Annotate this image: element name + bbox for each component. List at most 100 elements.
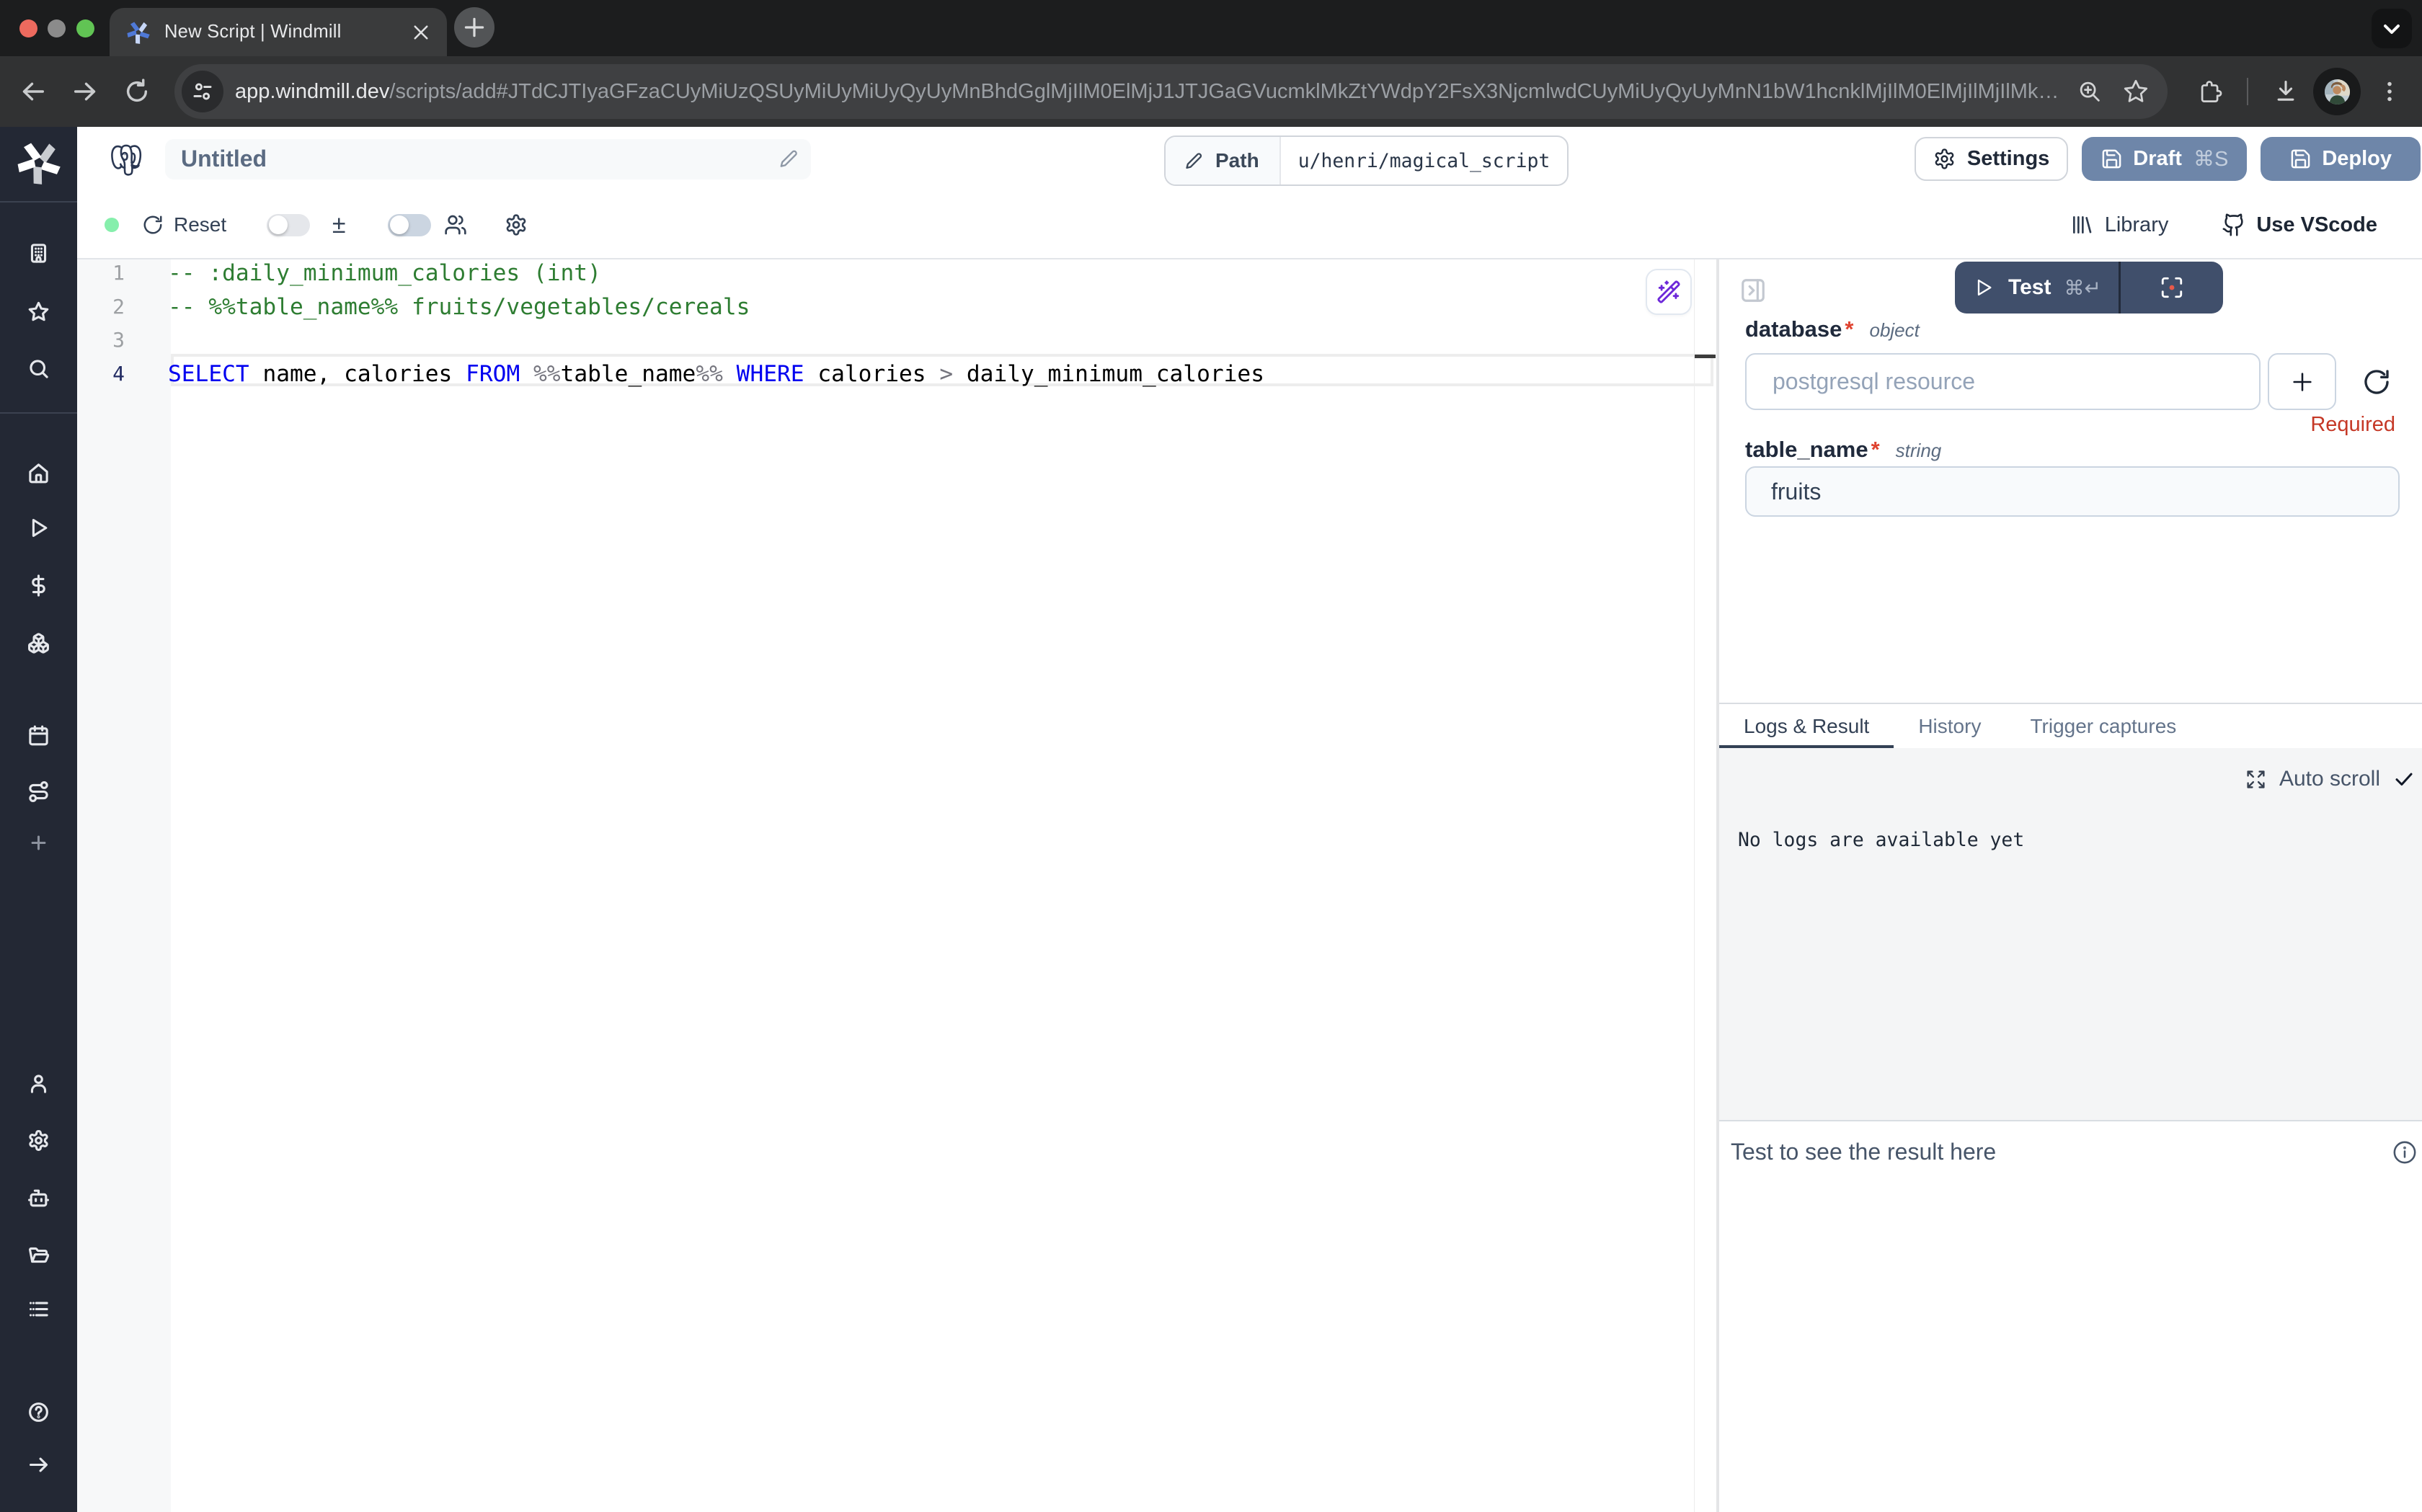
sidebar-item-logs[interactable] bbox=[0, 1280, 77, 1338]
line-number: 3 bbox=[112, 324, 125, 357]
browser-chrome: New Script | Windmill bbox=[0, 0, 2422, 127]
sidebar-item-variables[interactable] bbox=[0, 556, 77, 614]
sidebar-item-triggers[interactable] bbox=[0, 762, 77, 820]
play-icon bbox=[1974, 277, 1994, 298]
sidebar-item-workspace[interactable] bbox=[0, 224, 77, 282]
draft-button[interactable]: Draft ⌘S bbox=[2082, 137, 2247, 181]
url-text: app.windmill.dev/scripts/add#JTdCJTIyaGF… bbox=[235, 80, 2067, 104]
draft-shortcut: ⌘S bbox=[2193, 146, 2228, 172]
browser-menu-icon[interactable] bbox=[2368, 66, 2411, 117]
sidebar-item-add[interactable] bbox=[0, 814, 77, 871]
toolbar-right-actions: Library Use VScode bbox=[2070, 213, 2399, 237]
minimize-window-button[interactable] bbox=[48, 19, 66, 37]
draft-label: Draft bbox=[2133, 147, 2182, 171]
settings-button[interactable]: Settings bbox=[1915, 137, 2068, 181]
panel-tab-history[interactable]: History bbox=[1894, 704, 2005, 748]
sidebar-item-folders[interactable] bbox=[0, 1226, 77, 1284]
code-area[interactable]: -- :daily_minimum_calories (int)-- %%tab… bbox=[171, 259, 1716, 1512]
reload-button[interactable] bbox=[111, 66, 163, 117]
sidebar-item-settings[interactable] bbox=[0, 1112, 77, 1170]
close-window-button[interactable] bbox=[19, 19, 37, 37]
path-widget[interactable]: Path u/henri/magical_script bbox=[1164, 135, 1569, 186]
library-button[interactable]: Library bbox=[2070, 213, 2169, 237]
tab-close-icon[interactable] bbox=[409, 21, 432, 44]
reset-button[interactable]: Reset bbox=[142, 213, 226, 236]
ai-assistant-button[interactable] bbox=[1646, 269, 1692, 315]
site-settings-icon[interactable] bbox=[182, 71, 223, 112]
no-logs-text: No logs are available yet bbox=[1738, 829, 2024, 851]
line-number: 2 bbox=[112, 290, 125, 324]
test-button[interactable]: Test ⌘↵ bbox=[1955, 262, 2121, 313]
path-label: Path bbox=[1166, 137, 1281, 184]
field-type: object bbox=[1869, 317, 1919, 343]
back-button[interactable] bbox=[7, 66, 59, 117]
deploy-button[interactable]: Deploy bbox=[2261, 137, 2421, 181]
profile-avatar[interactable] bbox=[2313, 68, 2361, 115]
library-icon bbox=[2070, 213, 2093, 236]
tab-search-chevron-button[interactable] bbox=[2372, 9, 2412, 48]
sidebar-item-user[interactable] bbox=[0, 1054, 77, 1112]
script-title-input[interactable]: Untitled bbox=[165, 139, 811, 179]
panel-tab-trigger-captures[interactable]: Trigger captures bbox=[2005, 704, 2201, 748]
edit-title-pencil-icon[interactable] bbox=[778, 148, 799, 169]
zoom-window-button[interactable] bbox=[76, 19, 94, 37]
editor-settings-gear-icon[interactable] bbox=[505, 213, 528, 236]
sidebar-item-expand[interactable] bbox=[0, 1436, 77, 1493]
zoom-icon[interactable] bbox=[2067, 68, 2113, 115]
editor-toolbar: Reset ± Library bbox=[77, 209, 2422, 259]
database-placeholder: postgresql resource bbox=[1773, 368, 1975, 395]
test-shortcut: ⌘↵ bbox=[2064, 276, 2101, 300]
info-icon[interactable] bbox=[2392, 1140, 2417, 1165]
tab-strip: New Script | Windmill bbox=[0, 0, 2422, 56]
expand-icon[interactable] bbox=[2245, 769, 2266, 790]
overview-ruler-cursor-mark bbox=[1695, 355, 1716, 358]
new-tab-button[interactable] bbox=[454, 7, 494, 48]
test-label: Test bbox=[2008, 275, 2051, 300]
sidebar-item-workers[interactable] bbox=[0, 1169, 77, 1227]
users-icon bbox=[444, 213, 467, 236]
sidebar-item-schedules[interactable] bbox=[0, 706, 77, 764]
required-error: Required bbox=[1719, 413, 2395, 437]
save-icon bbox=[2101, 148, 2123, 170]
script-header: Untitled Path u/henri/magical_script Set… bbox=[77, 127, 2422, 209]
code-editor[interactable]: 1234 -- :daily_minimum_calories (int)-- … bbox=[77, 259, 1716, 1512]
panel-tab-logs-result[interactable]: Logs & Result bbox=[1719, 704, 1894, 748]
plus-minus-icon: ± bbox=[327, 211, 350, 239]
multiplayer-toggle[interactable] bbox=[388, 214, 431, 236]
forward-button[interactable] bbox=[59, 66, 111, 117]
code-line: SELECT name, calories FROM %%table_name%… bbox=[168, 357, 1264, 391]
sidebar-item-runs[interactable] bbox=[0, 499, 77, 556]
diff-toggle[interactable] bbox=[267, 214, 310, 236]
database-resource-input[interactable]: postgresql resource bbox=[1745, 353, 2261, 410]
table-name-input[interactable]: fruits bbox=[1745, 466, 2400, 517]
tab-title: New Script | Windmill bbox=[164, 22, 409, 43]
screen: New Script | Windmill bbox=[0, 0, 2422, 1512]
capture-test-button[interactable] bbox=[2121, 262, 2223, 313]
table-name-value: fruits bbox=[1771, 479, 1821, 505]
use-vscode-button[interactable]: Use VScode bbox=[2222, 213, 2377, 237]
library-label: Library bbox=[2105, 213, 2169, 237]
bookmark-star-icon[interactable] bbox=[2113, 68, 2159, 115]
vscode-label: Use VScode bbox=[2256, 213, 2377, 237]
sidebar-item-resources[interactable] bbox=[0, 614, 77, 672]
sidebar-item-home[interactable] bbox=[0, 444, 77, 502]
extensions-puzzle-icon[interactable] bbox=[2183, 66, 2235, 117]
settings-label: Settings bbox=[1967, 147, 2049, 171]
downloads-icon[interactable] bbox=[2260, 66, 2312, 117]
settings-gear-icon bbox=[1933, 148, 1956, 170]
sidebar-item-search[interactable] bbox=[0, 339, 77, 397]
autoscroll-control[interactable]: Auto scroll bbox=[2245, 767, 2415, 791]
refresh-resources-button[interactable] bbox=[2362, 368, 2391, 396]
line-number: 1 bbox=[112, 257, 125, 290]
collapse-panel-icon[interactable] bbox=[1739, 277, 1767, 304]
address-bar[interactable]: app.windmill.dev/scripts/add#JTdCJTIyaGF… bbox=[174, 64, 2168, 119]
status-dot bbox=[105, 218, 119, 232]
autoscroll-label: Auto scroll bbox=[2279, 767, 2380, 791]
path-value[interactable]: u/henri/magical_script bbox=[1281, 137, 1568, 184]
add-resource-button[interactable] bbox=[2268, 353, 2336, 410]
browser-tab[interactable]: New Script | Windmill bbox=[110, 8, 447, 56]
windmill-logo[interactable] bbox=[14, 138, 63, 187]
sidebar-item-help[interactable] bbox=[0, 1383, 77, 1441]
app-sidebar bbox=[0, 127, 77, 1512]
sidebar-item-favorites[interactable] bbox=[0, 283, 77, 340]
